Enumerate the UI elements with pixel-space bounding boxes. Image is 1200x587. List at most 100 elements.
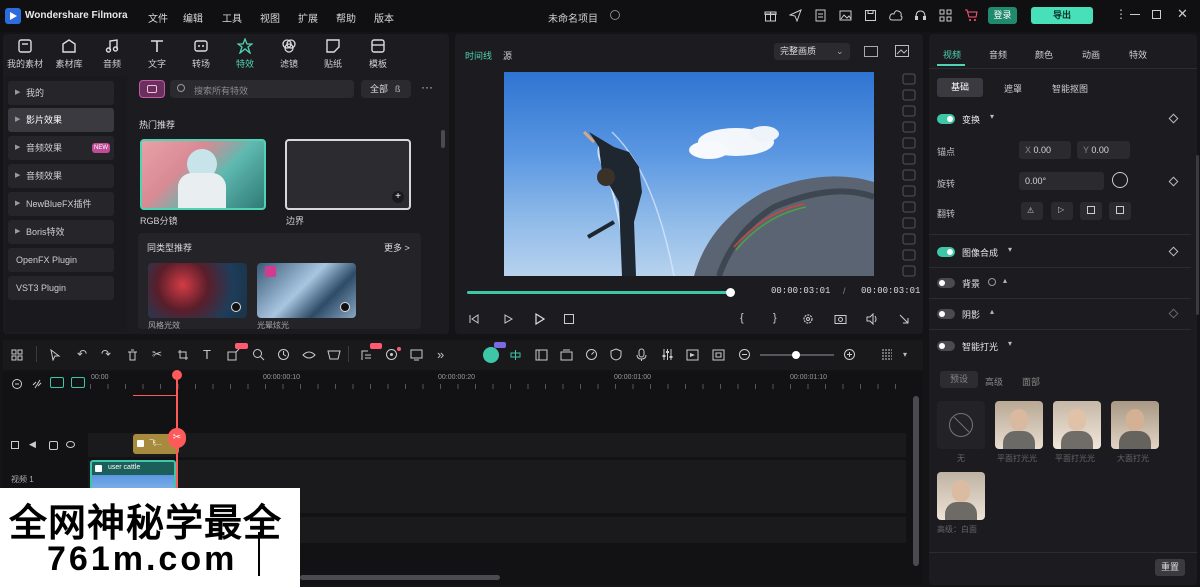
download-icon[interactable] bbox=[231, 302, 241, 312]
light-tab-advanced[interactable]: 高级 bbox=[985, 375, 1003, 388]
tab-audio[interactable]: 音频 bbox=[94, 38, 130, 70]
preset-none[interactable] bbox=[937, 401, 985, 449]
chevron-up-icon[interactable]: ▴ bbox=[1003, 276, 1007, 285]
category-item[interactable]: ▶ 我的 bbox=[8, 81, 114, 105]
keyframe-icon[interactable] bbox=[560, 349, 573, 361]
track-toggle-icon[interactable] bbox=[49, 441, 58, 450]
minimize-icon[interactable] bbox=[1130, 14, 1140, 15]
play-reverse-icon[interactable] bbox=[502, 313, 514, 325]
stabilize-icon[interactable] bbox=[327, 349, 341, 361]
category-item-active[interactable]: ▶ 影片效果 bbox=[8, 108, 114, 132]
menu-version[interactable]: 版本 bbox=[374, 10, 394, 25]
anchor-y-input[interactable]: Y 0.00 bbox=[1077, 141, 1130, 159]
cart-icon[interactable] bbox=[964, 9, 978, 22]
snapshot-icon[interactable] bbox=[895, 45, 909, 57]
ai-mate-icon[interactable] bbox=[483, 347, 499, 363]
video-preview[interactable] bbox=[504, 72, 874, 276]
delete-icon[interactable] bbox=[127, 349, 138, 361]
speaker-icon[interactable]: ◀ bbox=[29, 439, 36, 450]
light-tab-preset[interactable]: 预设 bbox=[940, 371, 978, 388]
compositing-toggle[interactable] bbox=[937, 247, 955, 257]
prop-tab-audio[interactable]: 音频 bbox=[989, 48, 1007, 61]
screen-record-icon[interactable] bbox=[410, 349, 423, 361]
preset-thumbnail[interactable] bbox=[937, 472, 985, 520]
category-item[interactable]: ▶ 音频效果 NEW bbox=[8, 136, 114, 160]
category-item[interactable]: VST3 Plugin bbox=[8, 276, 114, 300]
previous-frame-icon[interactable] bbox=[468, 313, 480, 325]
shadow-toggle[interactable] bbox=[937, 309, 955, 319]
properties-scrollbar[interactable] bbox=[1196, 155, 1199, 315]
camera-icon[interactable] bbox=[834, 313, 847, 325]
download-icon[interactable] bbox=[340, 302, 350, 312]
background-toggle[interactable] bbox=[937, 278, 955, 288]
clock-icon[interactable] bbox=[277, 348, 290, 361]
playback-progress-track[interactable] bbox=[467, 288, 736, 297]
menu-help[interactable]: 帮助 bbox=[336, 10, 356, 25]
chevron-down-icon[interactable]: ▾ bbox=[1008, 245, 1012, 254]
chevron-down-icon[interactable]: ▾ bbox=[990, 112, 994, 121]
menu-extensions[interactable]: 扩展 bbox=[298, 10, 318, 25]
more-options-icon[interactable]: ··· bbox=[421, 80, 433, 94]
render-icon[interactable] bbox=[686, 349, 699, 361]
preview-tab-source[interactable]: 源 bbox=[503, 49, 512, 62]
maximize-icon[interactable] bbox=[1152, 10, 1161, 19]
chevron-down-icon[interactable]: ▾ bbox=[1008, 339, 1012, 348]
category-item[interactable]: ▶ NewBlueFX插件 bbox=[8, 192, 114, 216]
zoom-slider-knob[interactable] bbox=[792, 351, 800, 359]
tab-stickers[interactable]: 贴纸 bbox=[315, 38, 351, 70]
menu-edit[interactable]: 编辑 bbox=[183, 10, 203, 25]
tab-my-media[interactable]: 我的素材 bbox=[7, 38, 43, 70]
fullscreen-icon[interactable] bbox=[898, 313, 910, 325]
anchor-x-input[interactable]: X 0.00 bbox=[1019, 141, 1071, 159]
menu-view[interactable]: 视图 bbox=[260, 10, 280, 25]
effect-card-rgb[interactable] bbox=[140, 139, 266, 210]
text-tool-icon[interactable]: T bbox=[203, 347, 211, 362]
prop-tab-video[interactable]: 视频 bbox=[943, 48, 961, 61]
effects-search-input[interactable]: 搜索所有特效 bbox=[170, 80, 354, 98]
tab-filters[interactable]: 滤镜 bbox=[271, 38, 307, 70]
undo-icon[interactable]: ↶ bbox=[77, 347, 87, 361]
redo-icon[interactable]: ↷ bbox=[101, 347, 111, 361]
gift-icon[interactable] bbox=[764, 9, 777, 22]
ai-tool-icon[interactable] bbox=[227, 349, 240, 361]
chevron-down-icon[interactable]: ▾ bbox=[903, 350, 907, 359]
tab-effects[interactable]: 特效 bbox=[227, 38, 263, 70]
preset-thumbnail[interactable] bbox=[1053, 401, 1101, 449]
timeline-vertical-scrollbar[interactable] bbox=[913, 396, 919, 566]
mask-icon[interactable] bbox=[302, 349, 316, 361]
export-button[interactable]: 导出 bbox=[1031, 7, 1093, 24]
send-icon[interactable] bbox=[789, 9, 802, 22]
save-icon[interactable] bbox=[864, 9, 877, 22]
microphone-icon[interactable] bbox=[636, 348, 647, 361]
preset-thumbnail[interactable] bbox=[1111, 401, 1159, 449]
zoom-out-icon[interactable] bbox=[738, 348, 751, 361]
layout-grid-icon[interactable] bbox=[11, 349, 23, 361]
cloud-icon[interactable] bbox=[889, 9, 903, 22]
subtab-mask[interactable]: 遮罩 bbox=[1004, 82, 1022, 95]
add-track-icon[interactable] bbox=[11, 378, 23, 390]
proxy-icon[interactable] bbox=[712, 349, 725, 361]
crop-icon[interactable] bbox=[177, 349, 189, 361]
settings-gear-icon[interactable] bbox=[802, 313, 814, 325]
ai-copywriting-icon[interactable] bbox=[360, 349, 373, 361]
info-icon[interactable] bbox=[988, 278, 996, 286]
lock-icon[interactable] bbox=[11, 441, 19, 449]
recommend-card[interactable] bbox=[148, 263, 247, 318]
mark-out-icon[interactable]: } bbox=[773, 312, 777, 324]
shield-icon[interactable] bbox=[610, 348, 622, 361]
audio-mixer-icon[interactable] bbox=[661, 348, 674, 361]
select-arrow-icon[interactable] bbox=[49, 349, 61, 361]
category-item[interactable]: ▶ Boris特效 bbox=[8, 220, 114, 244]
rotate-dial-icon[interactable] bbox=[1112, 172, 1128, 188]
preview-tab-timeline[interactable]: 时间线 bbox=[465, 49, 492, 62]
recommend-more-link[interactable]: 更多 > bbox=[384, 241, 410, 254]
tab-stock[interactable]: 素材库 bbox=[51, 38, 87, 70]
library-scrollbar[interactable] bbox=[441, 130, 445, 148]
play-icon[interactable] bbox=[533, 313, 545, 325]
close-icon[interactable]: ✕ bbox=[1177, 6, 1188, 22]
speed-icon[interactable] bbox=[585, 348, 598, 361]
quality-dropdown[interactable]: 完整画质 ⌄ bbox=[774, 43, 850, 60]
category-item[interactable]: ▶ 音频效果 bbox=[8, 164, 114, 188]
zoom-in-icon[interactable] bbox=[843, 348, 856, 361]
transform-toggle[interactable] bbox=[937, 114, 955, 124]
